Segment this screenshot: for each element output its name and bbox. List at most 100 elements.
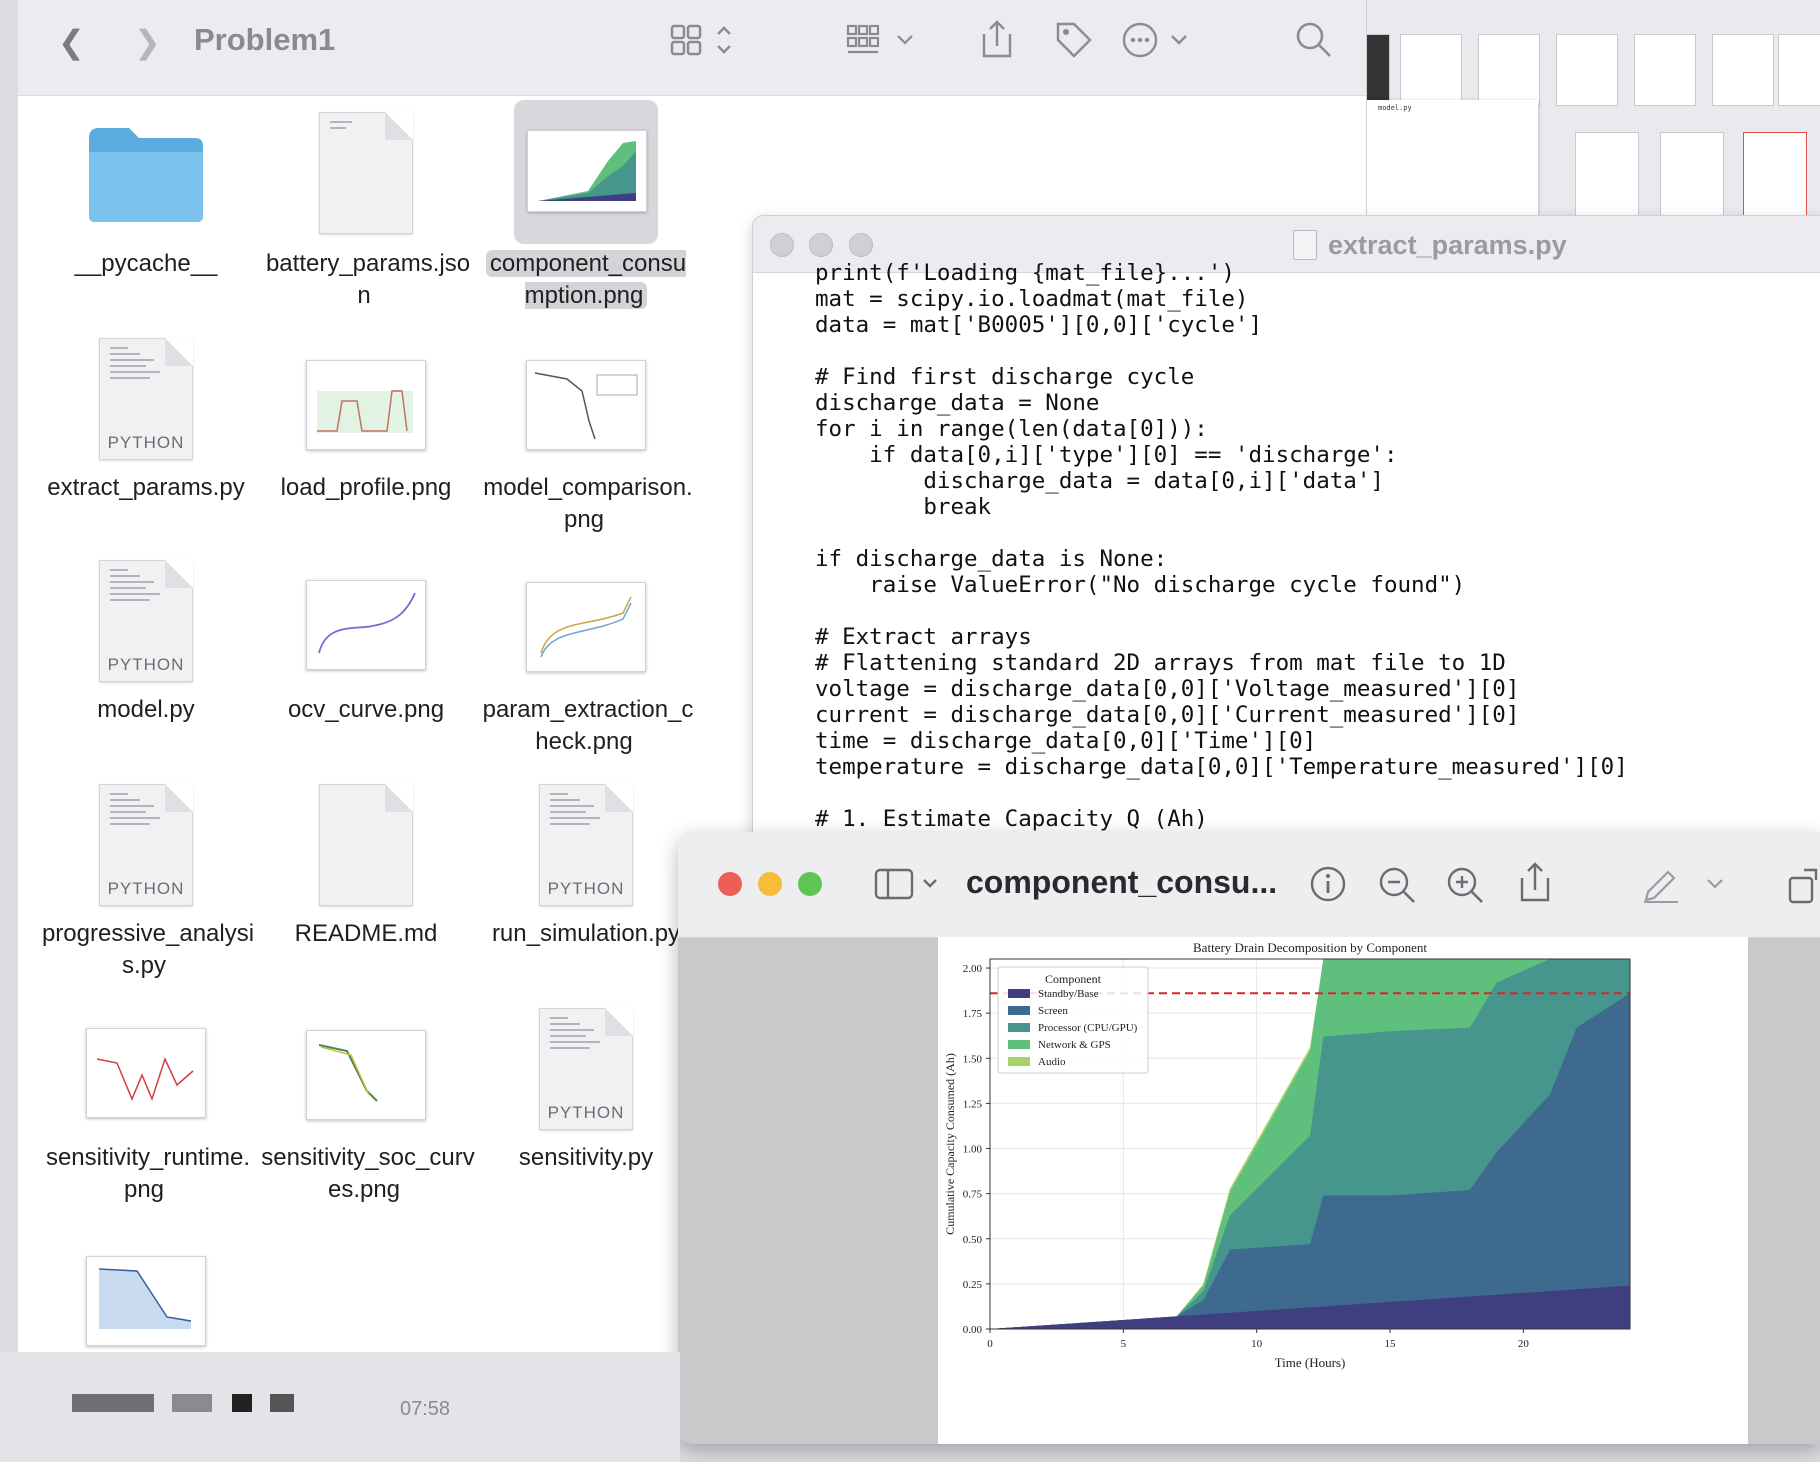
- page-thumbnail[interactable]: [1712, 34, 1774, 106]
- image-thumbnail: [306, 1030, 426, 1120]
- file-item[interactable]: sensitivity_soc_curves.png: [256, 1000, 476, 1220]
- code-line: data = mat['B0005'][0,0]['cycle']: [815, 312, 1263, 338]
- file-item[interactable]: PYTHON progressive_analysis.py: [36, 776, 256, 996]
- image-thumbnail: [526, 360, 646, 450]
- y-tick-label: 1.00: [963, 1144, 983, 1156]
- item-label: ocv_curve.png: [287, 696, 445, 723]
- chevron-down-icon[interactable]: [1704, 874, 1728, 894]
- popup-tab: model.py: [1378, 104, 1412, 112]
- legend-label: Network & GPS: [1038, 1039, 1111, 1051]
- item-label: model_comparison.png: [483, 474, 693, 533]
- code-line: current = discharge_data[0,0]['Current_m…: [815, 702, 1520, 728]
- file-item[interactable]: [36, 1226, 256, 1346]
- code-line: # Flattening standard 2D arrays from mat…: [815, 650, 1506, 676]
- search-icon[interactable]: [1294, 20, 1334, 60]
- code-line: voltage = discharge_data[0,0]['Voltage_m…: [815, 676, 1520, 702]
- page-thumbnail[interactable]: [1660, 132, 1724, 222]
- tag-icon[interactable]: [1054, 20, 1094, 60]
- y-tick-label: 1.25: [963, 1098, 983, 1110]
- page-thumbnail[interactable]: [1634, 34, 1696, 106]
- legend-label: Standby/Base: [1038, 988, 1099, 1000]
- folder-icon: [89, 128, 203, 222]
- file-item[interactable]: sensitivity_runtime.png: [36, 1000, 256, 1220]
- item-label: sensitivity_soc_curves.png: [261, 1144, 475, 1203]
- image-thumbnail: [86, 1256, 206, 1346]
- file-item[interactable]: model_comparison.png: [476, 330, 696, 550]
- file-item[interactable]: ocv_curve.png: [256, 552, 476, 772]
- y-tick-label: 0.25: [963, 1279, 983, 1291]
- more-actions-icon[interactable]: [1122, 20, 1202, 60]
- file-item[interactable]: PYTHON model.py: [36, 552, 256, 772]
- legend-label: Processor (CPU/GPU): [1038, 1022, 1138, 1034]
- code-line: if data[0,i]['type'][0] == 'discharge':: [815, 442, 1398, 468]
- code-line: # 1. Estimate Capacity Q (Ah): [815, 806, 1208, 832]
- page-thumbnail[interactable]: [1575, 132, 1639, 222]
- code-popup: model.py: [1358, 100, 1538, 220]
- item-label: sensitivity_runtime.png: [45, 1144, 251, 1203]
- code-editor-window: extract_params.py print(f'Loading {mat_f…: [752, 215, 1820, 857]
- file-item[interactable]: PYTHON extract_params.py: [36, 330, 256, 550]
- close-button[interactable]: [770, 233, 794, 257]
- item-label: __pycache__: [74, 250, 218, 277]
- page-thumbnail[interactable]: [1400, 34, 1462, 106]
- page-thumbnail[interactable]: [1478, 34, 1540, 106]
- page-thumbnail-selected[interactable]: [1743, 132, 1807, 222]
- close-button[interactable]: [718, 872, 742, 896]
- legend-label: Audio: [1038, 1056, 1066, 1068]
- legend-title: Component: [1045, 972, 1102, 986]
- file-item[interactable]: PYTHON sensitivity.py: [476, 1000, 696, 1220]
- file-item[interactable]: README.md: [256, 776, 476, 996]
- file-item-selected[interactable]: component_consumption.png: [476, 100, 696, 320]
- image-thumbnail: [306, 360, 426, 450]
- zoom-button[interactable]: [798, 872, 822, 896]
- bottom-strip: 07:58: [0, 1352, 680, 1462]
- code-line: mat = scipy.io.loadmat(mat_file): [815, 286, 1249, 312]
- code-editor[interactable]: print(f'Loading {mat_file}...') mat = sci…: [815, 260, 1628, 832]
- y-tick-label: 1.75: [963, 1008, 983, 1020]
- window-title: component_consu...: [966, 864, 1278, 900]
- code-line: break: [815, 494, 992, 520]
- image-thumbnail: [526, 582, 646, 672]
- page-thumbnail[interactable]: [1556, 34, 1618, 106]
- minimize-button[interactable]: [809, 233, 833, 257]
- markup-pen-icon[interactable]: [1642, 864, 1680, 904]
- file-item[interactable]: param_extraction_check.png: [476, 552, 696, 772]
- item-label: model.py: [97, 696, 195, 723]
- item-label: component_consumption.png: [476, 248, 696, 312]
- file-item[interactable]: PYTHON run_simulation.py: [476, 776, 696, 996]
- preview-window: component_consu... 0.00 0.25 0.50 0.75 1…: [678, 832, 1820, 1444]
- window-title: extract_params.py: [1328, 230, 1567, 260]
- zoom-button[interactable]: [849, 233, 873, 257]
- item-label: run_simulation.py: [491, 920, 681, 947]
- share-icon[interactable]: [980, 20, 1014, 60]
- code-line: print(f'Loading {mat_file}...'): [815, 260, 1235, 286]
- item-label: load_profile.png: [280, 474, 452, 501]
- share-icon[interactable]: [1518, 862, 1552, 904]
- code-line: for i in range(len(data[0])):: [815, 416, 1208, 442]
- rotate-icon[interactable]: [1786, 866, 1820, 906]
- python-file-icon: PYTHON: [99, 338, 193, 460]
- item-label: progressive_analysis.py: [41, 920, 255, 979]
- group-icon[interactable]: [846, 24, 926, 64]
- minimize-button[interactable]: [758, 872, 782, 896]
- zoom-in-icon[interactable]: [1446, 866, 1486, 906]
- blurred-block: [172, 1394, 212, 1412]
- chart-area: 0.00 0.25 0.50 0.75 1.00 1.25 1.50 1.75 2.00 0 5 10…: [943, 940, 1631, 1370]
- forward-icon[interactable]: ❯: [134, 22, 161, 62]
- file-item[interactable]: battery_params.json: [256, 100, 476, 320]
- blurred-block: [72, 1394, 154, 1412]
- icon-view-icon[interactable]: [670, 24, 750, 64]
- folder-item[interactable]: __pycache__: [36, 100, 256, 320]
- python-file-icon: PYTHON: [99, 784, 193, 906]
- y-tick-label: 0.00: [963, 1324, 983, 1336]
- page-thumbnail[interactable]: [1778, 34, 1820, 106]
- zoom-out-icon[interactable]: [1378, 866, 1418, 906]
- item-label: param_extraction_check.png: [482, 696, 694, 755]
- python-file-icon: PYTHON: [539, 1008, 633, 1130]
- sidebar-toggle-icon[interactable]: [874, 866, 944, 902]
- legend-swatch: [1008, 989, 1030, 998]
- back-icon[interactable]: ❮: [58, 22, 85, 62]
- item-label: README.md: [294, 920, 438, 947]
- info-icon[interactable]: [1310, 866, 1350, 906]
- file-item[interactable]: load_profile.png: [256, 330, 476, 550]
